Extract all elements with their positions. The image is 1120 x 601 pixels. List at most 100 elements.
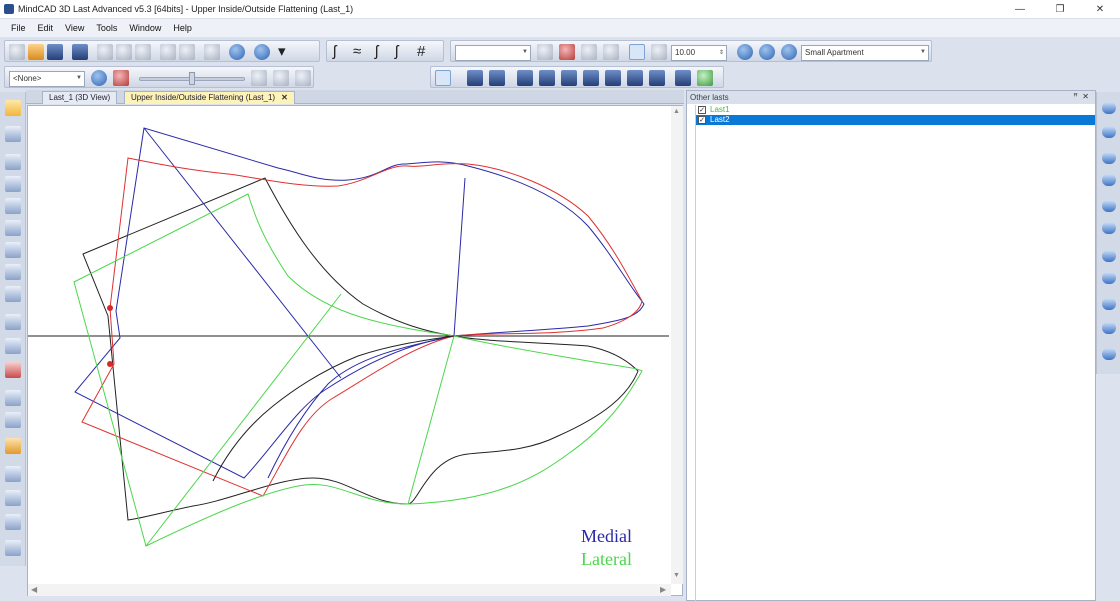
list-item-last1[interactable]: ✓ Last1 (696, 105, 1095, 115)
minimize-button[interactable]: — (1000, 4, 1040, 15)
scroll-down-icon[interactable]: ▼ (673, 572, 680, 579)
last-color-icon[interactable] (697, 70, 713, 86)
flatten-tool-icon[interactable] (5, 514, 21, 530)
transparency-icon[interactable] (251, 70, 267, 86)
measure-tool-icon[interactable] (5, 314, 21, 330)
last-girth-icon[interactable] (605, 70, 621, 86)
open-folder-icon[interactable] (28, 44, 44, 60)
last-tool-2-icon[interactable] (1102, 126, 1116, 138)
last-tool-9-icon[interactable] (1102, 298, 1116, 310)
dropdown-chevron-icon[interactable]: ▾ (278, 43, 286, 61)
web-icon[interactable] (254, 44, 270, 60)
spline-edit-icon[interactable]: ʃ (395, 43, 398, 61)
pin-icon[interactable]: ꟸ (1073, 92, 1078, 101)
scroll-right-icon[interactable]: ▶ (660, 585, 666, 594)
pointer-tool-icon[interactable] (5, 100, 21, 116)
last-sections-icon[interactable] (539, 70, 555, 86)
menu-tools[interactable]: Tools (90, 23, 123, 33)
curve-tool-icon[interactable]: ʃ (333, 43, 336, 61)
deselect-tool-icon[interactable] (113, 70, 129, 86)
checkbox-last2[interactable]: ✓ (698, 116, 706, 124)
viewport-vertical-scrollbar[interactable]: ▲ ▼ (671, 106, 683, 584)
scroll-up-icon[interactable]: ▲ (673, 108, 680, 115)
flattening-viewport[interactable]: Medial Lateral ▲ ▼ ◀ ▶ (27, 105, 683, 596)
view-left-icon[interactable] (581, 44, 597, 60)
redo-icon[interactable] (179, 44, 195, 60)
paste-icon[interactable] (135, 44, 151, 60)
trim-tool-icon[interactable] (5, 286, 21, 302)
last-heel-icon[interactable] (561, 70, 577, 86)
last-tool-1-icon[interactable] (1102, 102, 1116, 114)
globe-env-icon[interactable] (781, 44, 797, 60)
last-bottom-icon[interactable] (517, 70, 533, 86)
export-tool-icon[interactable] (5, 540, 21, 556)
arc-tool-icon[interactable] (5, 242, 21, 258)
text-tool-icon[interactable] (5, 466, 21, 482)
pen-tool-icon[interactable] (5, 154, 21, 170)
maximize-button[interactable]: ❐ (1040, 4, 1080, 15)
shading-icon[interactable] (651, 44, 667, 60)
cut-icon[interactable] (97, 44, 113, 60)
globe-light-icon[interactable] (759, 44, 775, 60)
viewport-horizontal-scrollbar[interactable]: ◀ ▶ (28, 584, 671, 596)
last-tool-10-icon[interactable] (1102, 322, 1116, 334)
select-tool-icon[interactable] (91, 70, 107, 86)
view-iso-icon[interactable] (629, 44, 645, 60)
last-top-view-icon[interactable] (489, 70, 505, 86)
checkbox-last1[interactable]: ✓ (698, 106, 706, 114)
pointer-icon[interactable] (435, 70, 451, 86)
scroll-left-icon[interactable]: ◀ (31, 585, 37, 594)
menu-file[interactable]: File (0, 23, 32, 33)
save-icon[interactable] (47, 44, 63, 60)
pattern-tool-icon[interactable] (5, 490, 21, 506)
undo-icon[interactable] (160, 44, 176, 60)
dimension-angle-icon[interactable] (5, 412, 21, 428)
last-tool-6-icon[interactable] (1102, 222, 1116, 234)
last-tool-11-icon[interactable] (1102, 348, 1116, 360)
tab-close-icon[interactable]: ✕ (281, 93, 288, 102)
copy-icon[interactable] (116, 44, 132, 60)
lasso-tool-icon[interactable] (5, 126, 21, 142)
print-icon[interactable] (72, 44, 88, 60)
menu-window[interactable]: Window (123, 23, 167, 33)
last-tool-4-icon[interactable] (1102, 174, 1116, 186)
sketch-tool-icon[interactable] (5, 198, 21, 214)
menu-view[interactable]: View (59, 23, 90, 33)
menu-edit[interactable]: Edit (32, 23, 60, 33)
zoom-icon[interactable] (204, 44, 220, 60)
unit-combo[interactable]: ▼ (455, 45, 531, 61)
last-tool-8-icon[interactable] (1102, 272, 1116, 284)
view-back-icon[interactable] (559, 44, 575, 60)
last-tool-7-icon[interactable] (1102, 250, 1116, 262)
list-item-last2[interactable]: ✓ Last2 (696, 115, 1095, 125)
view-right-icon[interactable] (603, 44, 619, 60)
selection-combo[interactable]: <None> ▼ (9, 71, 85, 87)
tab-last1-3d-view[interactable]: Last_1 (3D View) (42, 91, 118, 104)
menu-help[interactable]: Help (167, 23, 198, 33)
scene-preset-combo[interactable]: Small Apartment ▼ (801, 45, 929, 61)
point-tool-icon[interactable] (5, 362, 21, 378)
help-icon[interactable] (229, 44, 245, 60)
tab-flattening[interactable]: Upper Inside/Outside Flattening (Last_1)… (124, 91, 295, 104)
offset-tool-icon[interactable] (5, 264, 21, 280)
curve-intersect-icon[interactable]: ≈ (353, 43, 361, 61)
brush-tool-icon[interactable] (5, 176, 21, 192)
last-tool-5-icon[interactable] (1102, 200, 1116, 212)
material-icon[interactable] (295, 70, 311, 86)
last-side-view-icon[interactable] (467, 70, 483, 86)
line-tool-icon[interactable] (5, 220, 21, 236)
last-flatten-icon[interactable] (649, 70, 665, 86)
panel-close-icon[interactable]: ✕ (1082, 92, 1089, 101)
angle-tool-icon[interactable] (5, 338, 21, 354)
grid-icon[interactable]: # (417, 43, 425, 61)
new-file-icon[interactable] (9, 44, 25, 60)
zoom-value-field[interactable]: 10.00 ⇕ (671, 45, 727, 61)
texture-icon[interactable] (273, 70, 289, 86)
view-front-icon[interactable] (537, 44, 553, 60)
close-button[interactable]: ✕ (1080, 4, 1120, 15)
dimension-tool-icon[interactable] (5, 390, 21, 406)
layer-tool-icon[interactable] (5, 438, 21, 454)
globe-icon[interactable] (737, 44, 753, 60)
opacity-slider-thumb[interactable] (189, 72, 195, 85)
last-toe-icon[interactable] (583, 70, 599, 86)
